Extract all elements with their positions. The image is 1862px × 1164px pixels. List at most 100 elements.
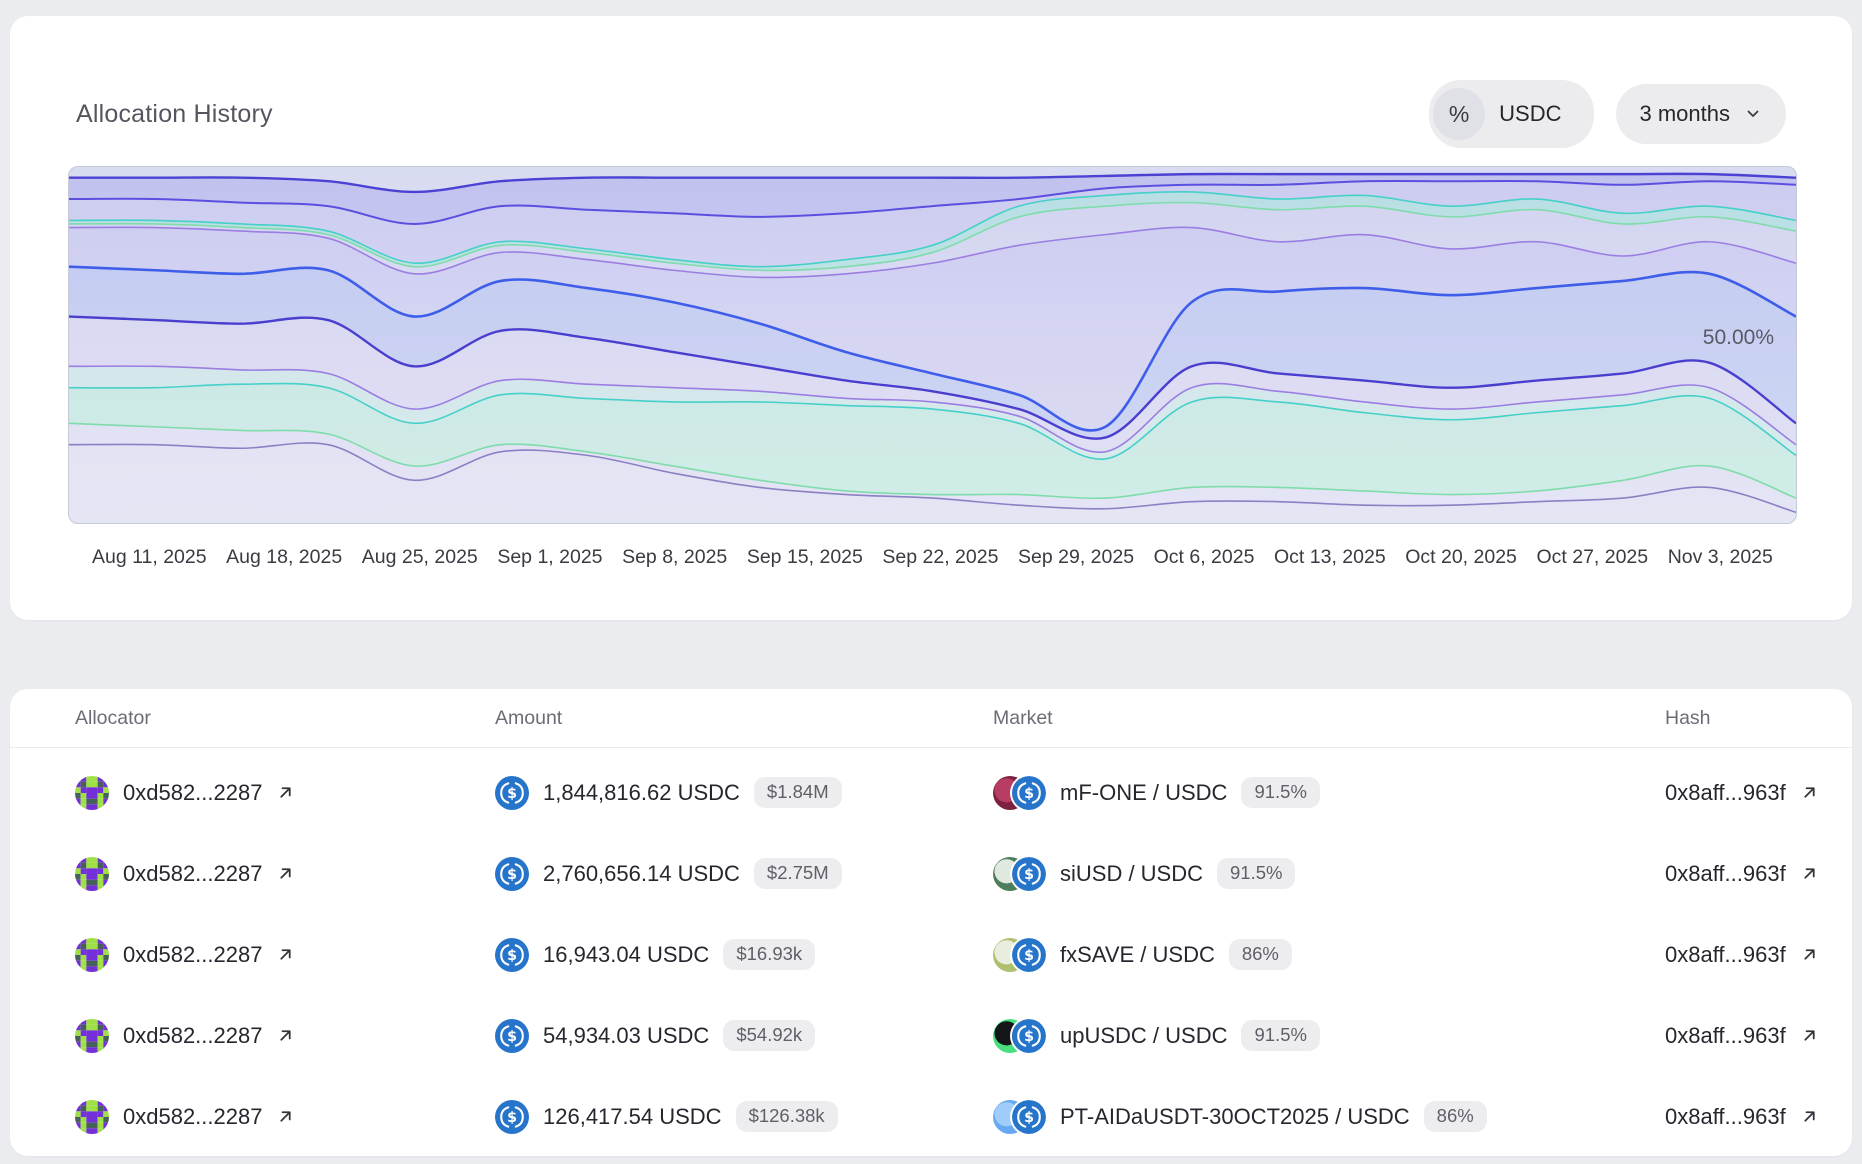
- hash-cell[interactable]: 0x8aff...963f: [1665, 861, 1819, 887]
- x-axis-label: Oct 20, 2025: [1405, 546, 1517, 569]
- allocator-avatar-icon: [75, 1100, 109, 1134]
- svg-text:$: $: [1024, 1110, 1034, 1126]
- table-row[interactable]: 0xd582...2287$54,934.03 USDC$54.92k$upUS…: [10, 995, 1852, 1076]
- x-axis: Aug 11, 2025 Aug 18, 2025 Aug 25, 2025 Sep …: [68, 546, 1797, 569]
- column-header-amount: Amount: [495, 707, 993, 730]
- external-link-icon: [1800, 783, 1819, 802]
- svg-text:$: $: [1024, 786, 1034, 802]
- market-allocation-badge: 86%: [1424, 1101, 1487, 1132]
- svg-text:$: $: [507, 867, 517, 883]
- x-axis-label: Oct 13, 2025: [1274, 546, 1386, 569]
- external-link-icon: [1800, 1107, 1819, 1126]
- svg-text:$: $: [507, 1029, 517, 1045]
- chart-controls: % USDC 3 months: [1429, 80, 1786, 148]
- usdc-icon: $: [495, 938, 529, 972]
- allocator-avatar-icon: [75, 938, 109, 972]
- amount-cell: $1,844,816.62 USDC$1.84M: [495, 776, 993, 810]
- market-cell[interactable]: $ PT-AIDaUSDT-30OCT2025 / USDC 86%: [993, 1100, 1665, 1134]
- table-header: AllocatorAmountMarketHash: [10, 689, 1852, 748]
- market-name: mF-ONE / USDC: [1060, 780, 1227, 806]
- table-row[interactable]: 0xd582...2287$126,417.54 USDC$126.38k$PT…: [10, 1076, 1852, 1157]
- x-axis-label: Aug 11, 2025: [92, 546, 207, 569]
- usdc-icon: $: [1012, 938, 1046, 972]
- usdc-icon: $: [1012, 1100, 1046, 1134]
- amount-usd-badge: $1.84M: [754, 777, 842, 808]
- midline-percent-label: 50.00%: [1703, 326, 1774, 350]
- percent-toggle-option[interactable]: %: [1433, 88, 1485, 140]
- allocator-cell[interactable]: 0xd582...2287: [75, 857, 495, 891]
- allocator-avatar-icon: [75, 857, 109, 891]
- allocator-address: 0xd582...2287: [123, 1104, 262, 1130]
- x-axis-label: Sep 1, 2025: [497, 546, 602, 569]
- amount-value: 126,417.54 USDC: [543, 1104, 722, 1130]
- market-allocation-badge: 86%: [1229, 939, 1292, 970]
- usdc-icon: $: [1012, 857, 1046, 891]
- chevron-down-icon: [1744, 105, 1762, 123]
- x-axis-label: Aug 18, 2025: [226, 546, 342, 569]
- allocator-cell[interactable]: 0xd582...2287: [75, 1019, 495, 1053]
- market-cell[interactable]: $siUSD / USDC91.5%: [993, 857, 1665, 891]
- x-axis-label: Aug 25, 2025: [362, 546, 478, 569]
- market-allocation-badge: 91.5%: [1217, 858, 1295, 889]
- allocator-avatar-icon: [75, 1019, 109, 1053]
- market-cell[interactable]: $ fxSAVE / USDC 86%: [993, 938, 1665, 972]
- market-icon-pair: $: [993, 938, 1046, 972]
- allocator-cell[interactable]: 0xd582...2287: [75, 938, 495, 972]
- column-header-allocator: Allocator: [75, 707, 495, 730]
- x-axis-label: Sep 8, 2025: [622, 546, 727, 569]
- time-range-value: 3 months: [1640, 101, 1731, 127]
- usdc-toggle-option[interactable]: USDC: [1499, 101, 1589, 127]
- hash-cell[interactable]: 0x8aff...963f: [1665, 942, 1819, 968]
- hash-cell[interactable]: 0x8aff...963f: [1665, 1104, 1819, 1130]
- external-link-icon: [1800, 945, 1819, 964]
- hash-value: 0x8aff...963f: [1665, 780, 1786, 806]
- table-row[interactable]: 0xd582...2287$16,943.04 USDC$16.93k$fxSA…: [10, 914, 1852, 995]
- hash-value: 0x8aff...963f: [1665, 1104, 1786, 1130]
- svg-text:$: $: [507, 1110, 517, 1126]
- market-icon-pair: $: [993, 776, 1046, 810]
- market-name: fxSAVE / USDC: [1060, 942, 1215, 968]
- x-axis-label: Sep 29, 2025: [1018, 546, 1134, 569]
- svg-text:$: $: [1024, 948, 1034, 964]
- amount-value: 2,760,656.14 USDC: [543, 861, 740, 887]
- external-link-icon: [276, 1026, 295, 1045]
- allocator-avatar-icon: [75, 776, 109, 810]
- hash-cell[interactable]: 0x8aff...963f: [1665, 1023, 1819, 1049]
- amount-usd-badge: $54.92k: [723, 1020, 815, 1051]
- external-link-icon: [276, 864, 295, 883]
- external-link-icon: [276, 1107, 295, 1126]
- allocator-cell[interactable]: 0xd582...2287: [75, 1100, 495, 1134]
- amount-cell: $126,417.54 USDC$126.38k: [495, 1100, 993, 1134]
- external-link-icon: [276, 783, 295, 802]
- external-link-icon: [1800, 1026, 1819, 1045]
- allocator-address: 0xd582...2287: [123, 942, 262, 968]
- amount-value: 16,943.04 USDC: [543, 942, 709, 968]
- allocator-cell[interactable]: 0xd582...2287: [75, 776, 495, 810]
- x-axis-label: Nov 3, 2025: [1668, 546, 1773, 569]
- unit-toggle[interactable]: % USDC: [1429, 80, 1593, 148]
- page: Allocation History % USDC 3 months 50: [0, 0, 1862, 1164]
- external-link-icon: [1800, 864, 1819, 883]
- x-axis-label: Oct 6, 2025: [1154, 546, 1255, 569]
- table-row[interactable]: 0xd582...2287$2,760,656.14 USDC$2.75M$si…: [10, 833, 1852, 914]
- table-row[interactable]: 0xd582...2287$1,844,816.62 USDC$1.84M $ mF…: [10, 752, 1852, 833]
- amount-cell: $54,934.03 USDC$54.92k: [495, 1019, 993, 1053]
- time-range-dropdown[interactable]: 3 months: [1616, 84, 1787, 144]
- page-title: Allocation History: [76, 100, 273, 129]
- usdc-icon: $: [495, 1100, 529, 1134]
- amount-cell: $16,943.04 USDC$16.93k: [495, 938, 993, 972]
- market-cell[interactable]: $mF-ONE / USDC91.5%: [993, 776, 1665, 810]
- market-name: PT-AIDaUSDT-30OCT2025 / USDC: [1060, 1104, 1410, 1130]
- market-cell[interactable]: $upUSDC / USDC91.5%: [993, 1019, 1665, 1053]
- amount-cell: $2,760,656.14 USDC$2.75M: [495, 857, 993, 891]
- allocations-table-card: AllocatorAmountMarketHash 0xd582...2287$…: [10, 689, 1852, 1156]
- stream-chart-canvas: [69, 167, 1796, 523]
- hash-cell[interactable]: 0x8aff...963f: [1665, 780, 1819, 806]
- allocation-stream-chart[interactable]: 50.00%: [68, 166, 1797, 524]
- x-axis-label: Sep 22, 2025: [882, 546, 998, 569]
- hash-value: 0x8aff...963f: [1665, 1023, 1786, 1049]
- percent-icon: %: [1449, 101, 1469, 128]
- usdc-icon: $: [1012, 1019, 1046, 1053]
- svg-text:$: $: [507, 948, 517, 964]
- usdc-icon: $: [495, 857, 529, 891]
